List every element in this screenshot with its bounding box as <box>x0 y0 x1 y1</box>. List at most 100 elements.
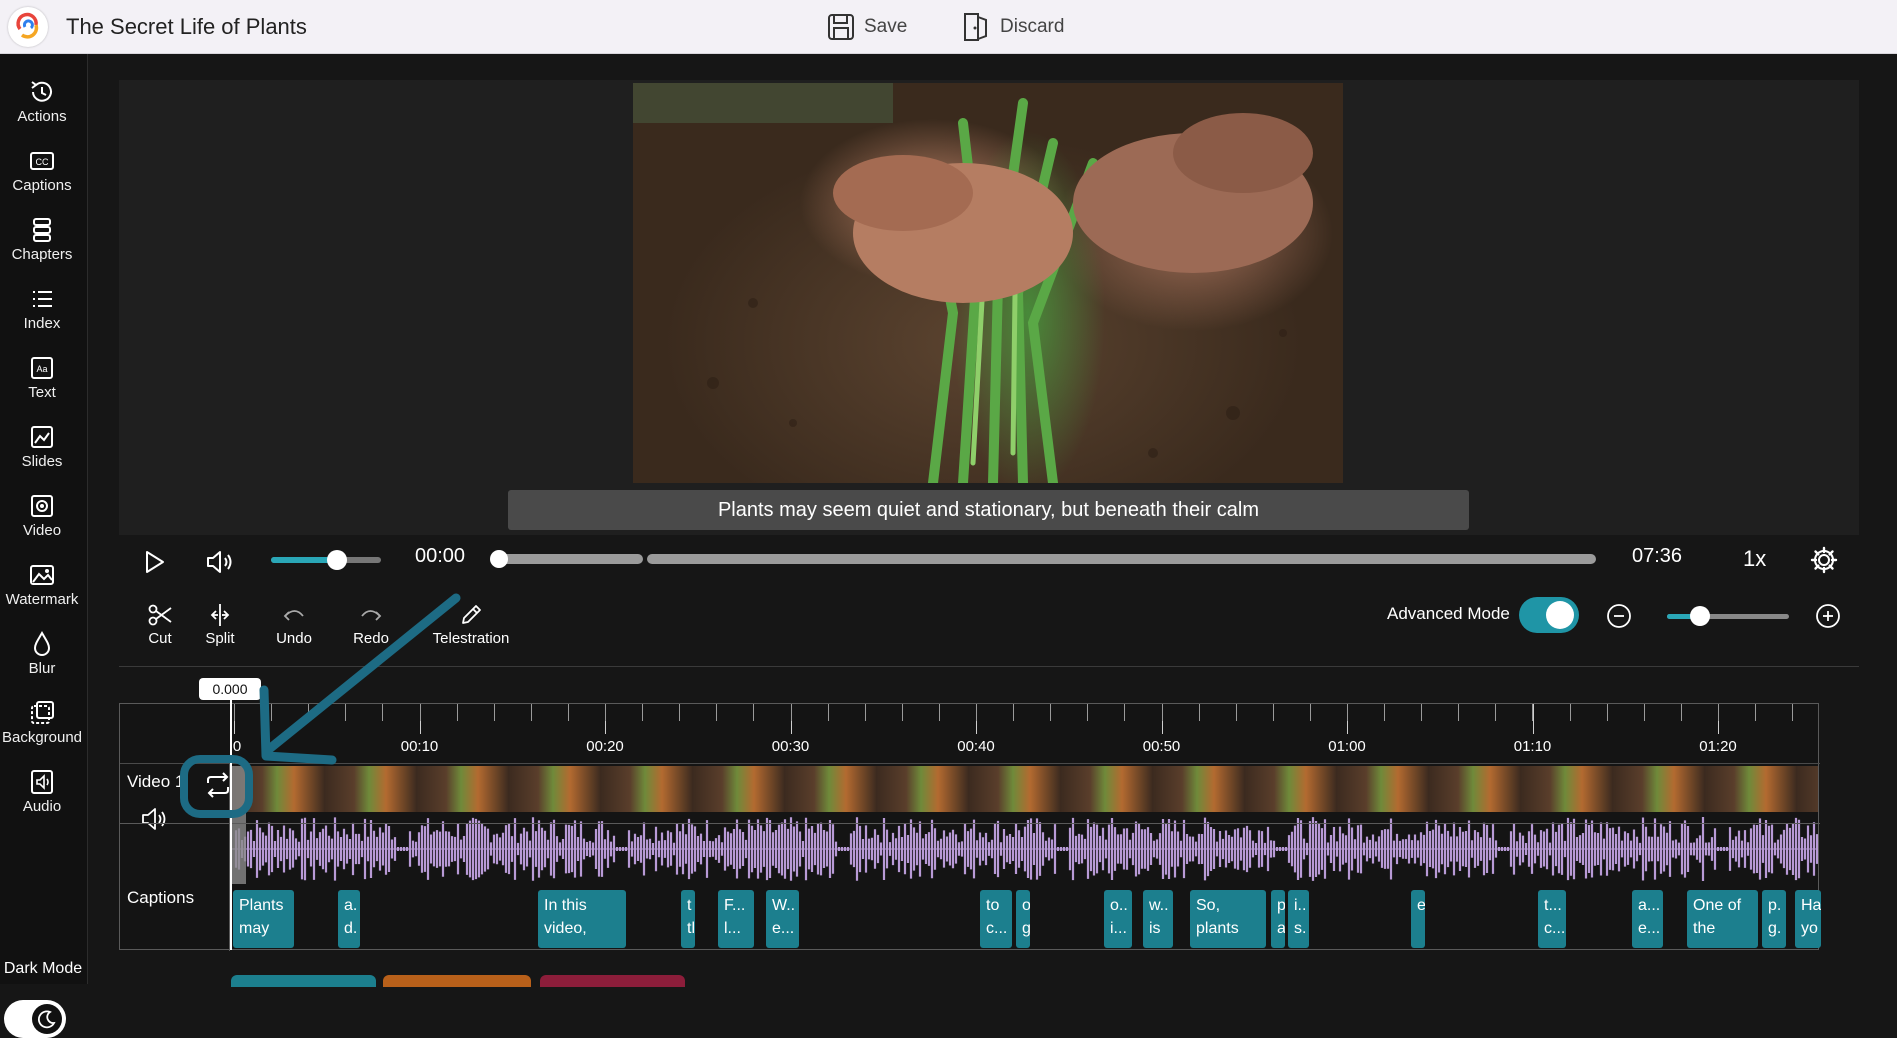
caption-chip[interactable]: to c... <box>980 890 1012 948</box>
seek-segment[interactable] <box>496 554 643 564</box>
status-badge[interactable] <box>540 975 685 987</box>
svg-text:CC: CC <box>36 157 49 167</box>
ruler-minor-tick <box>642 704 643 721</box>
caption-chip[interactable]: a. d. <box>338 890 360 948</box>
caption-chip-line: i.. <box>1294 897 1307 914</box>
sidebar-item-chapters[interactable]: Chapters <box>0 210 84 274</box>
ruler-tick-label: 00:20 <box>586 738 624 755</box>
text-icon: Aa <box>31 357 53 379</box>
seek-segment[interactable] <box>647 554 1596 564</box>
caption-chip[interactable]: F... l... <box>718 890 754 948</box>
ruler-minor-tick <box>1384 704 1385 721</box>
caption-chip[interactable]: t... c... <box>1538 890 1566 948</box>
caption-chip-line: i... <box>1110 920 1127 937</box>
ruler-minor-tick <box>1570 704 1571 721</box>
caption-chip-line: t... <box>1544 897 1562 914</box>
zoom-slider[interactable] <box>1667 606 1789 626</box>
ruler-minor-tick <box>1162 704 1163 721</box>
ruler-minor-tick <box>976 704 977 721</box>
caption-chip-line: o.. <box>1110 897 1128 914</box>
caption-chip[interactable]: pa <box>1271 890 1285 948</box>
play-icon[interactable] <box>141 549 167 575</box>
dark-mode-toggle[interactable] <box>4 1000 66 1038</box>
captions-track-label: Captions <box>127 888 195 907</box>
ruler-minor-tick <box>1681 704 1682 721</box>
caption-chip-line: plants <box>1196 920 1239 937</box>
cut-button[interactable]: Cut <box>136 602 184 648</box>
caption-chip[interactable]: i.. s. <box>1288 890 1309 948</box>
ruler-minor-tick <box>1236 704 1237 721</box>
caption-chip-line: tl <box>687 920 695 937</box>
track-volume-icon[interactable] <box>140 806 170 832</box>
zoom-handle[interactable] <box>1689 606 1710 626</box>
sidebar-item-label: Actions <box>17 108 67 125</box>
caption-chip[interactable]: In this video, <box>538 890 626 948</box>
split-button[interactable]: Split <box>196 602 244 648</box>
audio-waveform[interactable] <box>232 814 1818 884</box>
zoom-in-icon[interactable] <box>1815 603 1841 629</box>
chapters-icon <box>33 218 51 242</box>
volume-slider[interactable] <box>271 550 381 570</box>
volume-handle[interactable] <box>327 550 347 570</box>
ruler-minor-tick <box>1644 704 1645 721</box>
caption-chip[interactable]: W.. e... <box>766 890 799 948</box>
app-logo[interactable] <box>8 7 48 47</box>
sidebar-item-label: Chapters <box>11 246 73 263</box>
seek-handle[interactable] <box>490 550 508 568</box>
sidebar-item-slides[interactable]: Slides <box>0 417 84 481</box>
caption-chip-line: c... <box>1544 920 1566 937</box>
playback-speed-button[interactable]: 1x <box>1743 546 1766 572</box>
ruler-minor-tick <box>494 704 495 721</box>
sidebar-item-label: Index <box>23 315 61 332</box>
caption-chip[interactable]: p. g. <box>1762 890 1786 948</box>
ruler-minor-tick <box>902 704 903 721</box>
settings-gear-icon[interactable] <box>1809 545 1839 575</box>
ruler-minor-tick <box>716 704 717 721</box>
sidebar-item-watermark[interactable]: Watermark <box>0 555 84 619</box>
caption-chip-line: g. <box>1768 920 1782 937</box>
caption-chip[interactable]: t tl <box>681 890 695 948</box>
caption-chip[interactable]: o.. i... <box>1104 890 1132 948</box>
playhead[interactable] <box>230 700 232 950</box>
sidebar-item-actions[interactable]: Actions <box>0 72 84 136</box>
ruler-minor-tick <box>791 704 792 721</box>
droplet-icon <box>33 630 51 656</box>
sidebar-item-audio[interactable]: Audio <box>0 762 84 826</box>
sidebar-item-label: Video <box>22 522 62 539</box>
sidebar-item-video[interactable]: Video <box>0 486 84 550</box>
video-scene <box>633 83 1313 483</box>
video-frame[interactable] <box>633 83 1343 483</box>
zoom-out-icon[interactable] <box>1606 603 1632 629</box>
save-button[interactable]: Save <box>826 11 907 43</box>
caption-chip[interactable]: og <box>1016 890 1030 948</box>
audio-file-icon <box>31 770 53 794</box>
sidebar-item-captions[interactable]: CC Captions <box>0 141 84 205</box>
caption-chip-line: a... <box>1638 897 1661 914</box>
status-badge[interactable] <box>383 975 531 987</box>
caption-chip-line: c... <box>986 920 1008 937</box>
caption-chip[interactable]: e <box>1411 890 1425 948</box>
caption-chip-line: p. <box>1768 897 1782 914</box>
seek-bar[interactable] <box>490 550 1596 568</box>
caption-chip-line: video, <box>544 920 587 937</box>
status-badge[interactable] <box>231 975 376 987</box>
sidebar-item-background[interactable]: Background <box>0 693 84 757</box>
annotation-arrow-icon <box>259 593 461 765</box>
caption-chip-line: w.. <box>1149 897 1169 914</box>
caption-chip[interactable]: a... e... <box>1632 890 1663 948</box>
volume-icon[interactable] <box>205 549 235 575</box>
caption-chip[interactable]: One of the <box>1687 890 1758 948</box>
ruler-minor-tick <box>1607 704 1608 721</box>
ruler-minor-tick <box>1458 704 1459 721</box>
sidebar-item-blur[interactable]: Blur <box>0 624 84 688</box>
sidebar-item-text[interactable]: Aa Text <box>0 348 84 412</box>
sidebar-item-index[interactable]: Index <box>0 279 84 343</box>
caption-chip[interactable]: Ha yo <box>1795 890 1821 948</box>
caption-chip[interactable]: w.. is <box>1143 890 1173 948</box>
advanced-mode-toggle[interactable] <box>1519 597 1579 633</box>
caption-chip[interactable]: Plants may <box>233 890 294 948</box>
discard-button[interactable]: Discard <box>962 11 1064 43</box>
caption-chip[interactable]: So, plants <box>1190 890 1266 948</box>
sidebar: Actions CC Captions Chapters Index Aa Te… <box>0 54 88 1038</box>
history-icon <box>31 81 52 102</box>
